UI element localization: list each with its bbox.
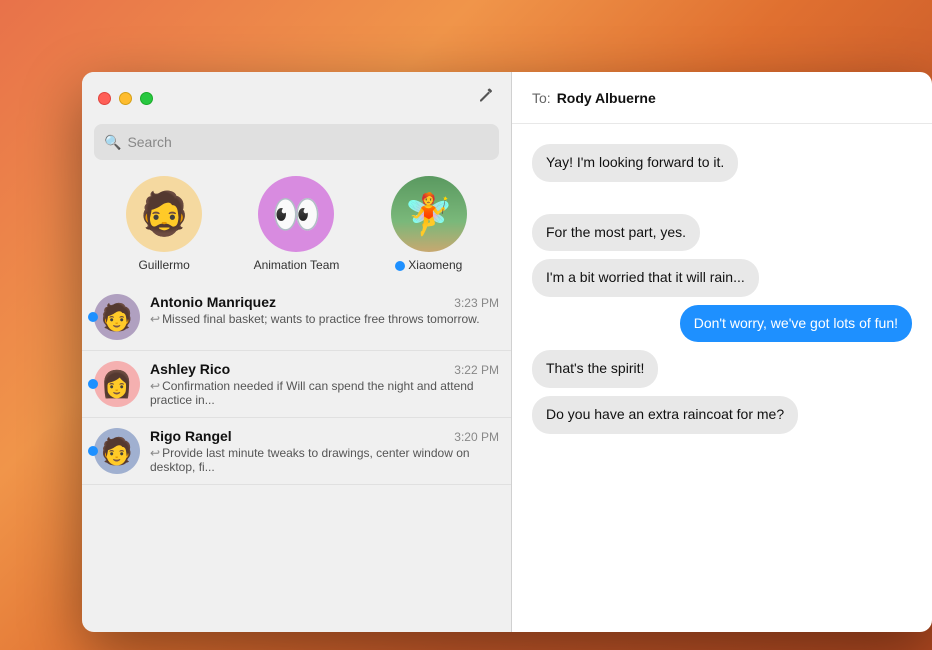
convo-content-rigo: Rigo Rangel 3:20 PM ↩Provide last minute… bbox=[150, 428, 499, 474]
message-6: That's the spirit! bbox=[532, 350, 658, 388]
avatar-antonio: 🧑 bbox=[94, 294, 140, 340]
guillermo-label: Guillermo bbox=[138, 258, 189, 272]
search-icon: 🔍 bbox=[104, 134, 121, 151]
avatar-xiaomeng: 🧚 bbox=[391, 176, 467, 252]
message-3: For the most part, yes. bbox=[532, 214, 700, 252]
right-panel: To: Rody Albuerne Yay! I'm looking forwa… bbox=[512, 72, 932, 632]
conversation-rigo[interactable]: 🧑 Rigo Rangel 3:20 PM ↩Provide last minu… bbox=[82, 418, 511, 485]
conversation-list: 🧑 Antonio Manriquez 3:23 PM ↩Missed fina… bbox=[82, 284, 511, 632]
convo-time-ashley: 3:22 PM bbox=[454, 363, 499, 377]
to-label: To: bbox=[532, 90, 551, 106]
left-panel: 🔍 Search 🧔 Guillermo 👀 Animation Team 🧚 bbox=[82, 72, 512, 632]
compose-button[interactable] bbox=[477, 87, 495, 110]
message-4: I'm a bit worried that it will rain... bbox=[532, 259, 759, 297]
convo-preview-rigo: ↩Provide last minute tweaks to drawings,… bbox=[150, 446, 499, 474]
search-bar[interactable]: 🔍 Search bbox=[94, 124, 499, 160]
pinned-contact-xiaomeng[interactable]: 🧚 Xiaomeng bbox=[379, 176, 479, 272]
convo-name-antonio: Antonio Manriquez bbox=[150, 294, 276, 310]
messages-area: Yay! I'm looking forward to it. For the … bbox=[512, 124, 932, 632]
unread-indicator bbox=[88, 446, 98, 456]
convo-name-ashley: Ashley Rico bbox=[150, 361, 230, 377]
conversation-ashley[interactable]: 👩 Ashley Rico 3:22 PM ↩Confirmation need… bbox=[82, 351, 511, 418]
unread-indicator bbox=[88, 379, 98, 389]
unread-indicator bbox=[88, 312, 98, 322]
convo-time-rigo: 3:20 PM bbox=[454, 430, 499, 444]
pinned-contacts-row: 🧔 Guillermo 👀 Animation Team 🧚 Xiaomeng bbox=[82, 172, 511, 284]
avatar-ashley: 👩 bbox=[94, 361, 140, 407]
pinned-contact-animation-team[interactable]: 👀 Animation Team bbox=[246, 176, 346, 272]
close-button[interactable] bbox=[98, 92, 111, 105]
message-7: Do you have an extra raincoat for me? bbox=[532, 396, 798, 434]
search-placeholder: Search bbox=[127, 134, 171, 150]
spacer-1 bbox=[532, 190, 912, 206]
reply-icon: ↩ bbox=[150, 312, 160, 326]
message-5: Don't worry, we've got lots of fun! bbox=[680, 305, 912, 343]
avatar-guillermo: 🧔 bbox=[126, 176, 202, 252]
convo-header-ashley: Ashley Rico 3:22 PM bbox=[150, 361, 499, 377]
messages-window: 🔍 Search 🧔 Guillermo 👀 Animation Team 🧚 bbox=[82, 72, 932, 632]
convo-time-antonio: 3:23 PM bbox=[454, 296, 499, 310]
convo-header-antonio: Antonio Manriquez 3:23 PM bbox=[150, 294, 499, 310]
minimize-button[interactable] bbox=[119, 92, 132, 105]
chat-header: To: Rody Albuerne bbox=[512, 72, 932, 124]
conversation-antonio[interactable]: 🧑 Antonio Manriquez 3:23 PM ↩Missed fina… bbox=[82, 284, 511, 351]
fullscreen-button[interactable] bbox=[140, 92, 153, 105]
convo-content-antonio: Antonio Manriquez 3:23 PM ↩Missed final … bbox=[150, 294, 499, 326]
convo-content-ashley: Ashley Rico 3:22 PM ↩Confirmation needed… bbox=[150, 361, 499, 407]
recipient-name: Rody Albuerne bbox=[557, 90, 656, 106]
avatar-animation-team: 👀 bbox=[258, 176, 334, 252]
convo-preview-ashley: ↩Confirmation needed if Will can spend t… bbox=[150, 379, 499, 407]
traffic-lights bbox=[98, 92, 153, 105]
message-1: Yay! I'm looking forward to it. bbox=[532, 144, 738, 182]
convo-preview-antonio: ↩Missed final basket; wants to practice … bbox=[150, 312, 499, 326]
online-indicator bbox=[395, 261, 405, 271]
avatar-rigo: 🧑 bbox=[94, 428, 140, 474]
reply-icon: ↩ bbox=[150, 379, 160, 393]
titlebar bbox=[82, 72, 511, 124]
xiaomeng-label: Xiaomeng bbox=[395, 258, 462, 272]
reply-icon: ↩ bbox=[150, 446, 160, 460]
pinned-contact-guillermo[interactable]: 🧔 Guillermo bbox=[114, 176, 214, 272]
convo-name-rigo: Rigo Rangel bbox=[150, 428, 232, 444]
animation-team-label: Animation Team bbox=[254, 258, 340, 272]
convo-header-rigo: Rigo Rangel 3:20 PM bbox=[150, 428, 499, 444]
